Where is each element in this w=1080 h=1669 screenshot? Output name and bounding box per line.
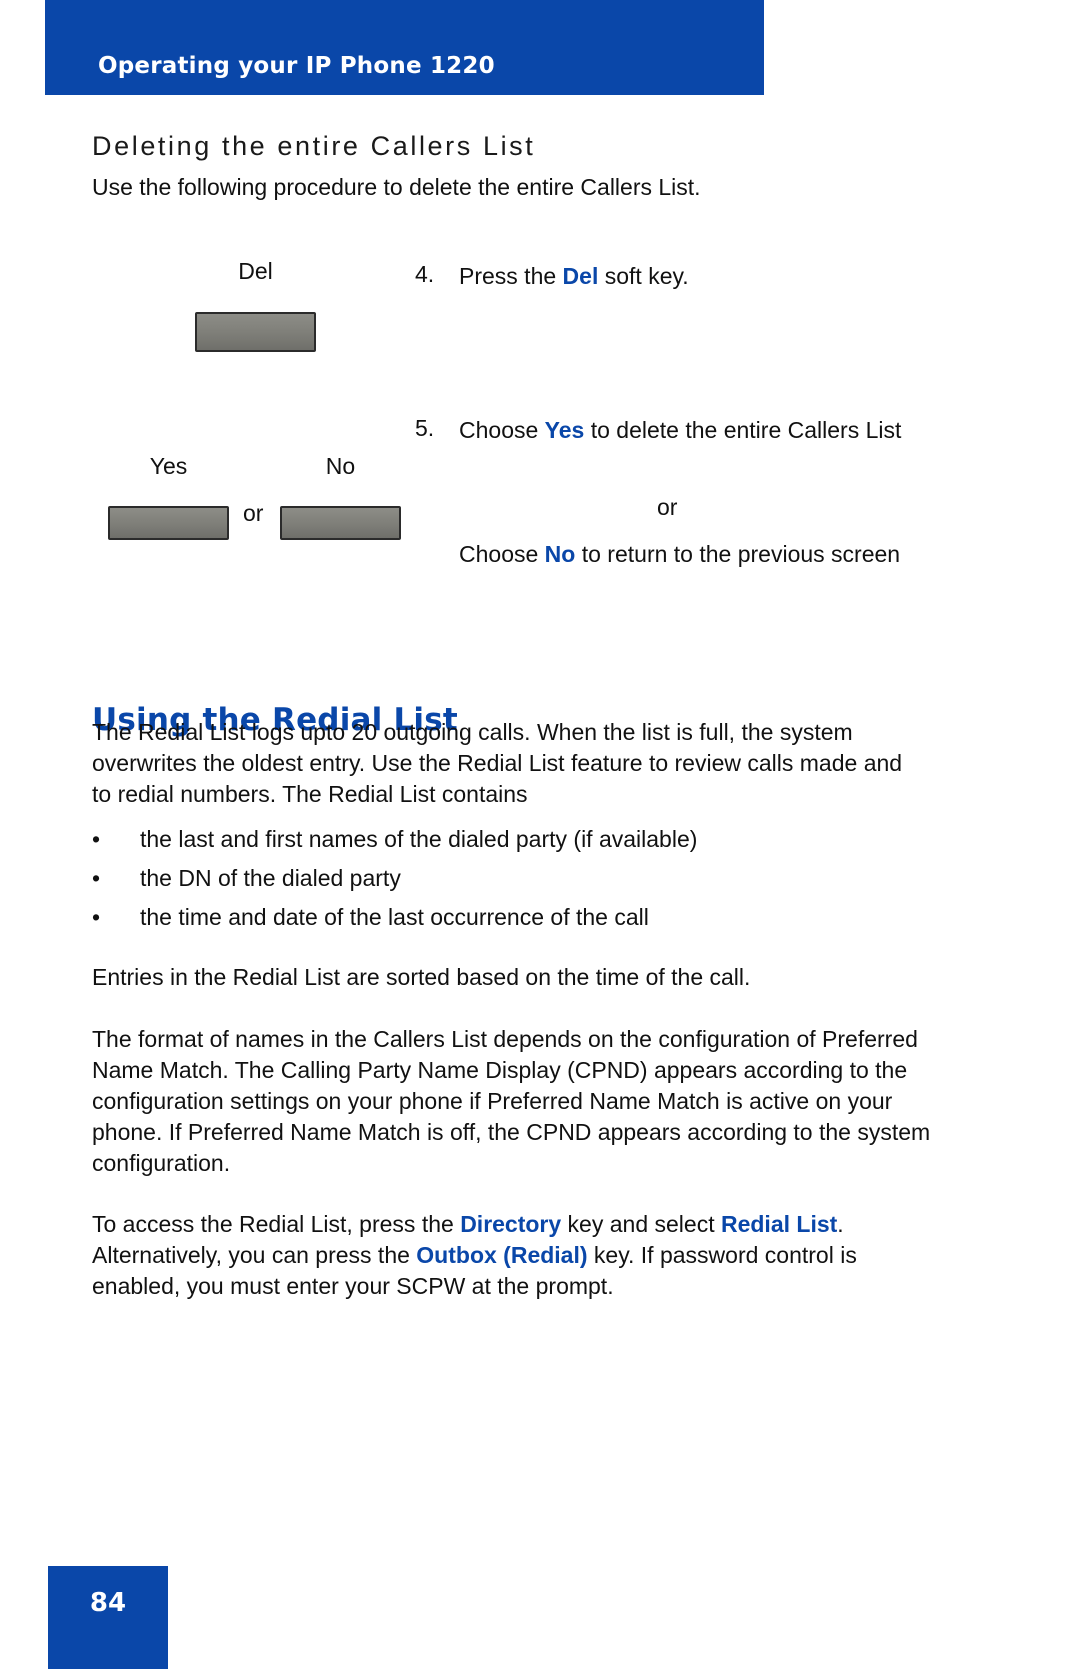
softkey-label-no: No <box>325 453 356 479</box>
redial-p4-directory-key: Directory <box>460 1211 562 1237</box>
redial-paragraph-2: Entries in the Redial List are sorted ba… <box>92 964 751 990</box>
redial-p4-outbox-key: Outbox (Redial) <box>416 1242 588 1268</box>
redial-p4-redial-list: Redial List <box>720 1211 838 1237</box>
step-number-4: 4. <box>415 261 435 287</box>
redial-paragraph-4: To access the Redial List, press the Dir… <box>92 1209 914 1302</box>
document-page: Operating your IP Phone 1220 Deleting th… <box>0 0 1080 1669</box>
step-5-line1-prefix: Choose <box>459 417 545 443</box>
step-4-suffix: soft key. <box>598 263 689 289</box>
list-item-label: the time and date of the last occurrence… <box>140 904 649 930</box>
redial-paragraph-1: The Redial List logs upto 20 outgoing ca… <box>92 719 903 807</box>
step-text-5-line1: Choose Yes to delete the entire Callers … <box>459 415 929 446</box>
softkey-label-del: Del <box>238 258 273 284</box>
softkey-separator-or: or <box>243 500 264 526</box>
redial-p4-part2: key and select <box>561 1211 721 1237</box>
page-header-band: Operating your IP Phone 1220 <box>45 0 764 95</box>
step-4-highlight: Del <box>562 263 599 289</box>
section-heading: Deleting the entire Callers List <box>92 131 536 161</box>
step-5-line2-prefix: Choose <box>459 541 545 567</box>
softkey-button-no[interactable] <box>280 506 401 540</box>
redial-paragraph-3: The format of names in the Callers List … <box>92 1026 931 1176</box>
step-5-line1-highlight: Yes <box>544 417 585 443</box>
list-item: • the last and first names of the dialed… <box>92 824 948 863</box>
list-item: • the time and date of the last occurren… <box>92 902 948 941</box>
step-4-prefix: Press the <box>459 263 563 289</box>
page-footer-band: 84 <box>48 1566 168 1669</box>
page-header-title: Operating your IP Phone 1220 <box>98 53 495 79</box>
section-intro-text: Use the following procedure to delete th… <box>92 174 701 200</box>
list-item: • the DN of the dialed party <box>92 863 948 902</box>
softkey-button-yes[interactable] <box>108 506 229 540</box>
page-number: 84 <box>89 1588 127 1618</box>
softkey-label-yes: Yes <box>149 453 188 479</box>
list-item-label: the last and first names of the dialed p… <box>140 826 698 852</box>
step-number-5: 5. <box>415 415 435 441</box>
step-5-line2-suffix: to return to the previous screen <box>575 541 901 567</box>
redial-p4-part1: To access the Redial List, press the <box>92 1211 461 1237</box>
step-5-separator-or: or <box>657 494 678 520</box>
step-text-4: Press the Del soft key. <box>459 261 929 292</box>
bullet-marker-icon: • <box>92 865 101 891</box>
step-5-line1-suffix: to delete the entire Callers List <box>584 417 902 443</box>
step-text-5-line2: Choose No to return to the previous scre… <box>459 539 929 570</box>
bullet-marker-icon: • <box>92 826 101 852</box>
list-item-label: the DN of the dialed party <box>140 865 401 891</box>
bullet-marker-icon: • <box>92 904 101 930</box>
redial-bullet-list: • the last and first names of the dialed… <box>92 824 948 941</box>
step-5-line2-highlight: No <box>544 541 576 567</box>
softkey-button-del[interactable] <box>195 312 316 352</box>
